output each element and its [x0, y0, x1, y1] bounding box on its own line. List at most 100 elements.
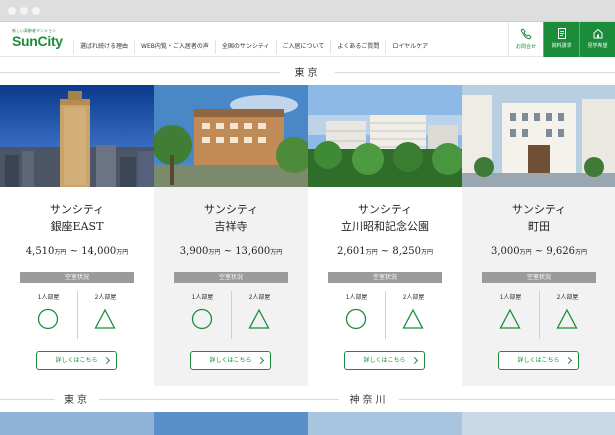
property-brand: サンシティ [357, 203, 413, 216]
double-room-label: 2人部屋 [556, 294, 579, 301]
double-room-label: 2人部屋 [248, 294, 271, 301]
property-photo-image [308, 85, 462, 187]
divider [154, 399, 339, 400]
vacancy-bar: 空室状況 [20, 272, 134, 283]
nav-item-locations[interactable]: 全国のサンシティ [214, 40, 276, 54]
price-unit: 万円 [54, 249, 67, 256]
circle-icon [37, 308, 59, 330]
visit-request-label: 見学希望 [587, 43, 608, 49]
property-brand: サンシティ [511, 203, 567, 216]
global-nav: 選ばれ続ける理由 WEB内覧・ご入居者の声 全国のサンシティ ご入居について よくあるご… [73, 33, 434, 54]
section-title: 東京 [64, 395, 90, 406]
visit-request-button[interactable]: 見学希望 [579, 22, 615, 57]
property-photo[interactable] [308, 85, 462, 187]
price-min: 2,601 [336, 246, 366, 257]
price-min: 4,510 [25, 246, 55, 257]
property-card: サンシティ 銀座EAST 4,510万円 ~ 14,000万円 空室状況 1人部屋… [0, 85, 154, 386]
price-unit: 万円 [421, 249, 434, 256]
single-room-label: 1人部屋 [37, 294, 60, 301]
section-heading-tokyo-2: 東京 [0, 391, 154, 407]
property-card: サンシティ町田 3,000万円 ~ 9,626万円 空室状況 1人部屋 2人部屋… [462, 85, 615, 386]
property-location: 立川昭和記念公園 [341, 220, 429, 233]
divider [0, 399, 55, 400]
triangle-icon [94, 308, 116, 329]
price-unit: 万円 [575, 249, 588, 256]
price-unit: 万円 [116, 249, 129, 256]
section-heading-kanagawa: 神奈川 [154, 391, 615, 407]
price-range: 3,000万円 ~ 9,626万円 [490, 246, 588, 257]
nav-item-royal-care[interactable]: ロイヤルケア [385, 40, 434, 54]
price-min: 3,900 [179, 246, 209, 257]
property-location: 銀座EAST [50, 220, 104, 233]
price-max: 8,250 [392, 246, 422, 257]
price-max: 14,000 [81, 246, 117, 257]
triangle-icon [248, 308, 270, 329]
page: 新しい高齢者マンション SunCity 選ばれ続ける理由 WEB内覧・ご入居者の声… [0, 22, 615, 435]
property-location: 町田 [528, 220, 550, 233]
property-photo[interactable] [462, 412, 615, 435]
window-dot-icon[interactable] [20, 7, 28, 15]
divider [77, 291, 78, 339]
browser-chrome [0, 0, 615, 22]
section-title: 神奈川 [349, 395, 389, 406]
phone-icon [520, 28, 532, 40]
property-photo-image [462, 85, 615, 187]
contact-label: お問合せ [515, 44, 536, 50]
divider [99, 399, 154, 400]
property-location: 吉祥寺 [214, 220, 248, 233]
nav-item-faq[interactable]: よくあるご質問 [330, 40, 385, 54]
vacancy-bar: 空室状況 [174, 272, 288, 283]
divider [539, 291, 540, 339]
divider [231, 291, 232, 339]
vacancy-bar: 空室状況 [328, 272, 442, 283]
single-room-label: 1人部屋 [191, 294, 214, 301]
document-icon [557, 28, 566, 39]
contact-button[interactable]: お問合せ [508, 22, 543, 57]
details-button[interactable]: 詳しくはこちら [498, 351, 579, 370]
price-unit: 万円 [519, 249, 532, 256]
double-room-label: 2人部屋 [402, 294, 425, 301]
single-room-label: 1人部屋 [499, 294, 522, 301]
property-photo[interactable] [308, 412, 462, 435]
property-photo[interactable] [0, 85, 154, 187]
property-photo[interactable] [462, 85, 615, 187]
property-brand: サンシティ [49, 203, 105, 216]
details-button[interactable]: 詳しくはこちら [36, 351, 117, 370]
double-room-label: 2人部屋 [94, 294, 117, 301]
vacancy-bar: 空室状況 [482, 272, 596, 283]
triangle-icon [402, 308, 424, 329]
property-name: サンシティ 吉祥寺 [154, 201, 308, 235]
section-heading-tokyo: 東京 [0, 63, 615, 81]
property-name: サンシティ銀座EAST [0, 201, 154, 235]
triangle-icon [556, 308, 578, 329]
details-button[interactable]: 詳しくはこちら [190, 351, 271, 370]
triangle-icon [499, 308, 521, 329]
property-photo[interactable] [0, 412, 154, 435]
price-unit: 万円 [365, 249, 378, 256]
price-max: 9,626 [546, 246, 576, 257]
property-brand: サンシティ [203, 203, 259, 216]
logo[interactable]: SunCity [12, 33, 63, 49]
price-range: 3,900万円 ~ 13,600万円 [179, 246, 283, 257]
price-min: 3,000 [490, 246, 520, 257]
circle-icon [191, 308, 213, 330]
nav-item-reasons[interactable]: 選ばれ続ける理由 [73, 40, 134, 54]
window-dot-icon[interactable] [8, 7, 16, 15]
divider [385, 291, 386, 339]
property-photo[interactable] [154, 412, 308, 435]
property-photo-image [154, 85, 308, 187]
circle-icon [345, 308, 367, 330]
property-photo[interactable] [154, 85, 308, 187]
divider [0, 72, 280, 73]
request-brochure-button[interactable]: 資料請求 [543, 22, 579, 57]
nav-item-web-tour[interactable]: WEB内覧・ご入居者の声 [134, 40, 215, 54]
house-icon [593, 28, 602, 39]
property-photo-image [0, 85, 154, 187]
nav-item-moving-in[interactable]: ご入居について [275, 40, 331, 54]
divider [335, 72, 615, 73]
details-button[interactable]: 詳しくはこちら [344, 351, 425, 370]
price-unit: 万円 [208, 249, 221, 256]
single-room-label: 1人部屋 [345, 294, 368, 301]
site-header: 新しい高齢者マンション SunCity 選ばれ続ける理由 WEB内覧・ご入居者の声… [0, 22, 615, 57]
window-dot-icon[interactable] [32, 7, 40, 15]
